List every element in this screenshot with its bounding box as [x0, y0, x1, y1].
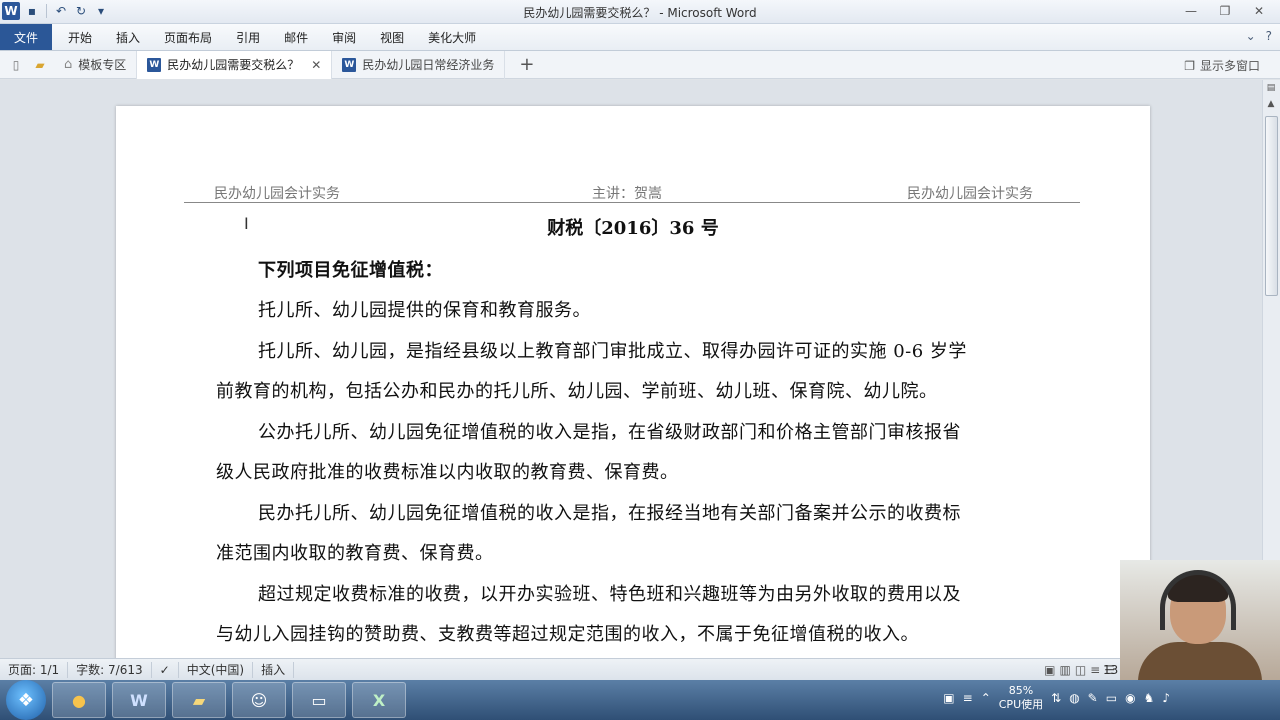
- header-right: 民办幼儿园会计实务: [907, 186, 1033, 202]
- paragraph: 前教育的机构，包括公办和民办的托儿所、幼儿园、学前班、幼儿班、保育院、幼儿院。: [216, 381, 938, 402]
- taskbar: ❖ ● W ▰ ☺ ▭ X ▣ ≡ ⌃ 85% CPU使用 ⇅ ◍ ✎ ▭ ◉ …: [0, 680, 1280, 720]
- document-tabs-bar: ▯ ▰ ⌂ 模板专区 W 民办幼儿园需要交税么？ ✕ W 民办幼儿园日常经济业务…: [0, 50, 1280, 79]
- document-workspace: 民办幼儿园会计实务 主讲：贺嵩 民办幼儿园会计实务 I 财税〔2016〕36 号…: [0, 80, 1262, 658]
- taskbar-excel-icon[interactable]: X: [352, 682, 406, 718]
- display-icon[interactable]: ▭: [1106, 691, 1117, 705]
- paragraph: 级人民政府批准的收费标准以内收取的教育费、保育费。: [216, 462, 679, 483]
- tab-document-2-label: 民办幼儿园日常经济业务: [362, 58, 495, 72]
- title-bar: W ▪ ↶ ↻ ▾ 民办幼儿园需要交税么？ - Microsoft Word —…: [0, 0, 1280, 24]
- paragraph: 准范围内收取的教育费、保育费。: [216, 543, 494, 564]
- tab-document-1[interactable]: W 民办幼儿园需要交税么？ ✕: [137, 50, 333, 79]
- header-center: 主讲：贺嵩: [592, 186, 662, 202]
- qq-icon[interactable]: ♞: [1144, 691, 1155, 705]
- window-controls: — ❐ ✕: [1174, 0, 1276, 22]
- tab-mailings[interactable]: 邮件: [272, 24, 320, 50]
- print-layout-icon[interactable]: ▣: [1044, 663, 1055, 677]
- scroll-up-icon[interactable]: ▲: [1263, 96, 1279, 112]
- window-icon: ❐: [1184, 58, 1195, 73]
- headset-icon: [1160, 570, 1236, 630]
- insert-mode[interactable]: 插入: [253, 661, 295, 678]
- show-multi-window-button[interactable]: ❐ 显示多窗口: [1184, 57, 1260, 74]
- taskbar-folder-icon[interactable]: ▰: [172, 682, 226, 718]
- cpu-percent: 85%: [1008, 684, 1034, 697]
- taskbar-browser-icon[interactable]: ●: [52, 682, 106, 718]
- new-doc-icon[interactable]: ▯: [8, 57, 24, 73]
- home-icon: ⌂: [64, 57, 73, 72]
- page-count[interactable]: 页面: 1/1: [0, 661, 69, 678]
- cpu-label: CPU使用: [998, 698, 1044, 711]
- shield-icon[interactable]: ◉: [1125, 691, 1135, 705]
- word-doc-icon: W: [147, 57, 162, 72]
- tab-template-zone-label: 模板专区: [78, 58, 127, 72]
- reading-layout-icon[interactable]: ▥: [1059, 663, 1070, 677]
- restore-button[interactable]: ❐: [1208, 0, 1242, 22]
- presenter-body: [1138, 642, 1262, 680]
- paragraph: 超过规定收费标准的收费，以开办实验班、特色班和兴趣班等为由另外收取的费用以及: [258, 584, 961, 605]
- status-bar: 页面: 1/1 字数: 7/613 ✓ 中文(中国) 插入 ▣ ▥ ◫ ≡ ☰ …: [0, 658, 1280, 680]
- header-divider: [184, 202, 1080, 203]
- tray-app-icon[interactable]: ▣: [943, 691, 954, 705]
- ruler-toggle-icon[interactable]: ▤: [1263, 80, 1279, 96]
- scrollbar-thumb[interactable]: [1265, 116, 1278, 296]
- close-button[interactable]: ✕: [1242, 0, 1276, 22]
- language-indicator[interactable]: 中文(中国): [179, 661, 254, 678]
- system-tray: ▣ ≡ ⌃ 85% CPU使用 ⇅ ◍ ✎ ▭ ◉ ♞ ♪: [943, 684, 1170, 712]
- window-title: 民办幼儿园需要交税么？ - Microsoft Word: [523, 6, 757, 20]
- folder-icon[interactable]: ▰: [32, 57, 48, 73]
- tab-view[interactable]: 视图: [368, 24, 416, 50]
- paragraph: 与幼儿入园挂钩的赞助费、支教费等超过规定范围的收入，不属于免征增值税的收入。: [216, 624, 919, 645]
- minimize-button[interactable]: —: [1174, 0, 1208, 22]
- word-count[interactable]: 字数: 7/613: [68, 661, 152, 678]
- web-layout-icon[interactable]: ◫: [1075, 663, 1086, 677]
- start-button[interactable]: ❖: [6, 680, 46, 720]
- document-title: 财税〔2016〕36 号: [547, 218, 719, 239]
- tab-template-zone[interactable]: ⌂ 模板专区: [54, 50, 138, 79]
- cpu-meter: 85% CPU使用: [999, 684, 1043, 712]
- tab-home[interactable]: 开始: [56, 24, 104, 50]
- tray-menu-icon[interactable]: ≡: [963, 691, 973, 705]
- header-left: 民办幼儿园会计实务: [214, 186, 340, 202]
- tab-review[interactable]: 审阅: [320, 24, 368, 50]
- tab-document-2[interactable]: W 民办幼儿园日常经济业务: [332, 50, 506, 79]
- ribbon-tabs: 文件 开始 插入 页面布局 引用 邮件 审阅 视图 美化大师 ⌄ ?: [0, 24, 1280, 51]
- tab-file[interactable]: 文件: [0, 24, 53, 50]
- paragraph: 托儿所、幼儿园，是指经县级以上教育部门审批成立、取得办园许可证的实施 0-6 岁…: [258, 341, 967, 362]
- webcam-overlay: [1120, 560, 1280, 680]
- paragraph: 托儿所、幼儿园提供的保育和教育服务。: [258, 300, 591, 321]
- paragraph: 下列项目免征增值税：: [258, 260, 443, 281]
- word-doc-icon: W: [342, 57, 357, 72]
- document-page[interactable]: 民办幼儿园会计实务 主讲：贺嵩 民办幼儿园会计实务 I 财税〔2016〕36 号…: [116, 106, 1150, 658]
- tab-page-layout[interactable]: 页面布局: [152, 24, 224, 50]
- taskbar-avatar-icon[interactable]: ☺: [232, 682, 286, 718]
- tab-beautify-master[interactable]: 美化大师: [416, 24, 488, 50]
- proofing-icon[interactable]: ✓: [152, 661, 179, 678]
- tab-document-1-label: 民办幼儿园需要交税么？: [167, 58, 300, 72]
- tab-references[interactable]: 引用: [224, 24, 272, 50]
- tools-icon[interactable]: ✎: [1088, 691, 1098, 705]
- taskbar-window-icon[interactable]: ▭: [292, 682, 346, 718]
- new-tab-button[interactable]: +: [519, 54, 534, 75]
- paragraph: 民办托儿所、幼儿园免征增值税的收入是指，在报经当地有关部门备案并公示的收费标: [258, 503, 961, 524]
- taskbar-word-icon[interactable]: W: [112, 682, 166, 718]
- paragraph: 公办托儿所、幼儿园免征增值税的收入是指，在省级财政部门和价格主管部门审核报省: [258, 422, 961, 443]
- globe-icon[interactable]: ◍: [1069, 691, 1079, 705]
- close-tab-icon[interactable]: ✕: [311, 58, 321, 72]
- tray-arrow-icon[interactable]: ⌃: [981, 691, 991, 705]
- outline-icon[interactable]: ≡: [1090, 663, 1100, 677]
- tab-insert[interactable]: 插入: [104, 24, 152, 50]
- show-multi-window-label: 显示多窗口: [1199, 59, 1260, 73]
- ribbon-right-icons: ⌄ ?: [1246, 29, 1272, 43]
- help-icon[interactable]: ?: [1266, 29, 1272, 43]
- chevron-down-icon[interactable]: ⌄: [1246, 29, 1256, 43]
- zoom-level[interactable]: 13: [1103, 663, 1118, 677]
- volume-icon[interactable]: ♪: [1162, 691, 1170, 705]
- network-icon[interactable]: ⇅: [1051, 691, 1061, 705]
